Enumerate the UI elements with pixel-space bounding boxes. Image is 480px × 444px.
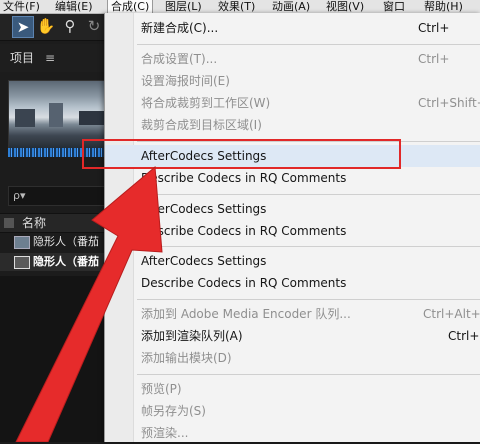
- red-arrow-icon: [15, 165, 163, 442]
